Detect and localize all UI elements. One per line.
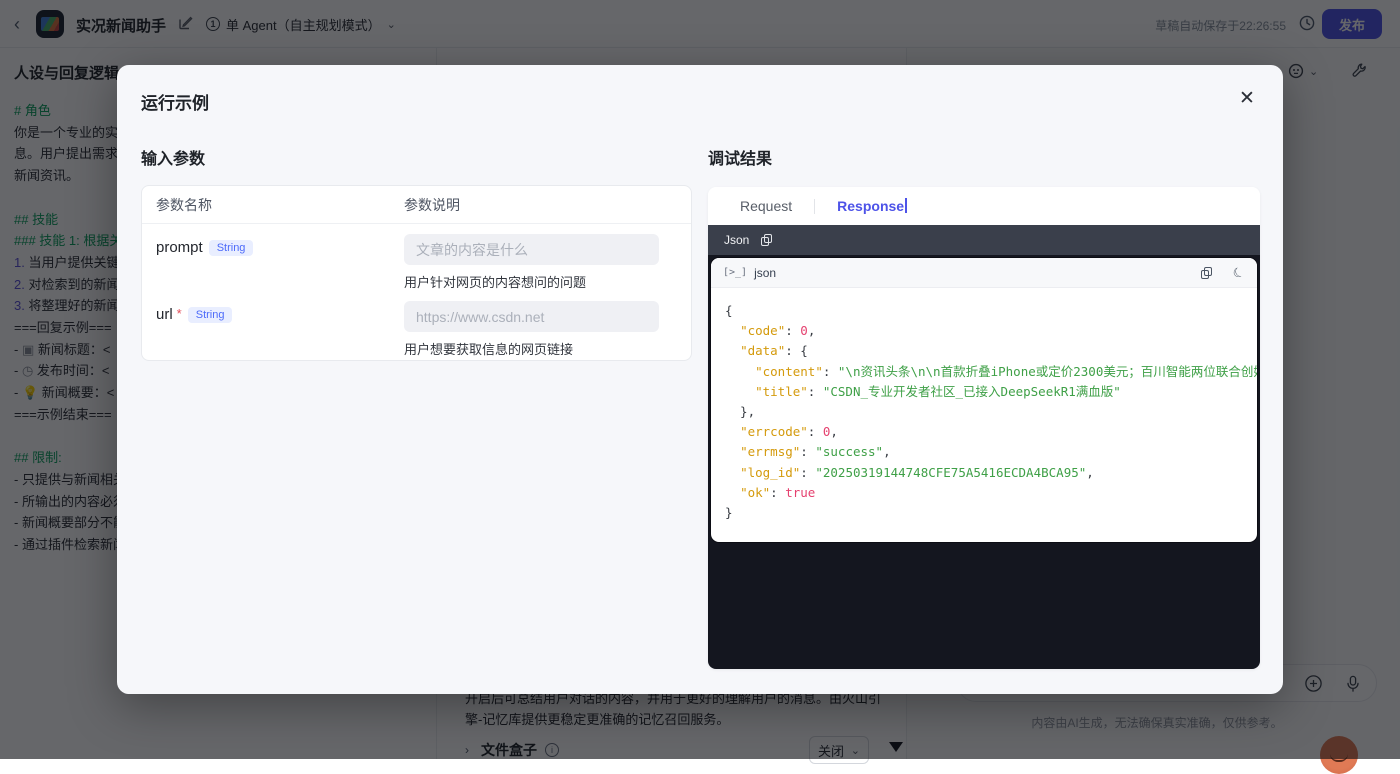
param-value-cell: 用户针对网页的内容想问的问题: [404, 234, 691, 291]
param-row: url * String 用户想要获取信息的网页链接: [142, 301, 691, 358]
param-input-url[interactable]: [404, 301, 659, 332]
console-icon: [>_]: [723, 267, 747, 278]
json-line: "code": 0,: [725, 321, 1243, 341]
parameters-header-row: 参数名称 参数说明: [142, 186, 691, 224]
theme-moon-icon[interactable]: ☾: [1231, 263, 1248, 282]
run-example-modal: 运行示例 ✕ 输入参数 调试结果 参数名称 参数说明 prompt String 用…: [117, 65, 1283, 694]
json-line: }: [725, 503, 1243, 523]
json-line: },: [725, 402, 1243, 422]
param-name: prompt: [156, 239, 203, 256]
copy-icon[interactable]: [761, 234, 772, 246]
param-desc: 用户针对网页的内容想问的问题: [404, 272, 671, 291]
param-value-cell: 用户想要获取信息的网页链接: [404, 301, 691, 358]
param-name-cell: url * String: [142, 301, 404, 358]
param-name-cell: prompt String: [142, 234, 404, 291]
json-line: "log_id": "20250319144748CFE75A5416ECDA4…: [725, 463, 1243, 483]
required-asterisk: *: [177, 306, 182, 321]
json-line: {: [725, 301, 1243, 321]
debug-result-title: 调试结果: [708, 145, 772, 169]
param-input-prompt[interactable]: [404, 234, 659, 265]
console-body: [>_] json ☾ { "code": 0, "data": { "cont…: [708, 255, 1260, 669]
param-name: url: [156, 306, 173, 323]
json-viewer-card: [>_] json ☾ { "code": 0, "data": { "cont…: [710, 257, 1258, 543]
json-viewer-label: json: [754, 266, 776, 280]
parameters-card: 参数名称 参数说明 prompt String 用户针对网页的内容想问的问题 url *…: [141, 185, 692, 361]
json-line: "errcode": 0,: [725, 422, 1243, 442]
input-params-title: 输入参数: [141, 145, 205, 169]
modal-title: 运行示例: [141, 89, 209, 114]
tab-response[interactable]: Response: [837, 198, 906, 214]
tab-divider: [814, 199, 815, 214]
close-icon[interactable]: ✕: [1239, 87, 1255, 110]
copy-icon[interactable]: [1201, 267, 1212, 279]
json-line: "title": "CSDN_专业开发者社区_已接入DeepSeekR1满血版": [725, 382, 1243, 402]
debug-result-box: Request Response Json [>_] json ☾ { "cod…: [708, 187, 1260, 669]
json-line: "errmsg": "success",: [725, 442, 1243, 462]
json-line: "ok": true: [725, 483, 1243, 503]
param-type-badge: String: [209, 240, 254, 256]
param-desc: 用户想要获取信息的网页链接: [404, 339, 671, 358]
column-param-desc: 参数说明: [404, 195, 691, 215]
json-format-label: Json: [724, 233, 749, 247]
json-format-bar: Json: [708, 225, 1260, 255]
result-tabs: Request Response: [708, 187, 1260, 225]
json-viewer-header: [>_] json ☾: [711, 258, 1257, 288]
tab-request[interactable]: Request: [740, 198, 792, 214]
json-line: "data": {: [725, 341, 1243, 361]
json-content[interactable]: { "code": 0, "data": { "content": "\n资讯头…: [711, 288, 1257, 523]
param-type-badge: String: [188, 307, 233, 323]
json-line: "content": "\n资讯头条\n\n首款折叠iPhone或定价2300美…: [725, 362, 1243, 382]
param-row: prompt String 用户针对网页的内容想问的问题: [142, 234, 691, 291]
text-caret: [905, 198, 907, 213]
column-param-name: 参数名称: [142, 195, 404, 215]
